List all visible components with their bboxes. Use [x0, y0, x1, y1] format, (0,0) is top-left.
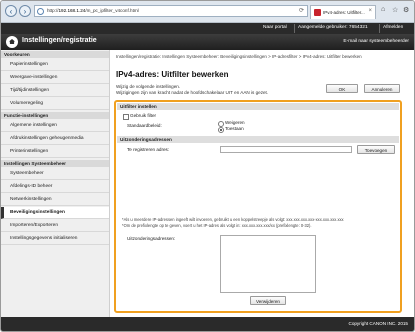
close-tab-icon[interactable]: ×	[368, 8, 372, 14]
sidebar-item-department-id[interactable]: Afdelings-ID beheer	[1, 181, 109, 193]
mail-admin-link[interactable]: E-mail naar systeembeheerder	[343, 39, 409, 44]
logged-in-user: Aangemelde gebruiker: 7654321	[298, 25, 368, 30]
register-address-label: Te registreren adres:	[127, 147, 170, 152]
register-address-input[interactable]	[220, 146, 352, 153]
main-content: Instellingen/registratie: Instellingen S…	[110, 50, 414, 317]
sidebar-item-printer[interactable]: Printerinstellingen	[1, 146, 109, 158]
ok-button[interactable]: OK	[326, 84, 358, 93]
browser-tab[interactable]: IPv4-adres: Uitfilter... ×	[310, 5, 376, 19]
forward-icon[interactable]: ›	[19, 5, 31, 17]
exceptions-list-label: Uitzonderingsadressen:	[127, 236, 176, 241]
refresh-icon[interactable]: ⟳	[299, 7, 304, 14]
range-note: *Als u meerdere IP-adressen ingeeft wilt…	[122, 217, 344, 222]
sidebar-item-memory-media[interactable]: Afdrukinstellingen geheugenmedia	[1, 133, 109, 145]
sidebar-item-security[interactable]: Beveiligingsinstellingen	[1, 207, 109, 219]
copyright: Copyright CANON INC. 2015	[348, 321, 409, 326]
sidebar-section-admin: Instellingen Systeembeheer	[1, 160, 109, 167]
info-text: Wijzig de volgende instellingen. Wijzigi…	[116, 84, 268, 96]
address-bar[interactable]: http://192.168.1.24/m_pc_ipfilter_v4conf…	[34, 5, 308, 17]
sidebar-item-volume[interactable]: Volumeregeling	[1, 98, 109, 110]
browser-toolbar: ‹ › http://192.168.1.24/m_pc_ipfilter_v4…	[1, 1, 414, 23]
home-icon[interactable]: ⌂	[381, 6, 385, 13]
logout-link[interactable]: Afmelden	[383, 25, 403, 30]
portal-home-icon[interactable]	[6, 36, 18, 48]
sidebar-section-functions: Functie-instellingen	[1, 112, 109, 119]
favorites-star-icon[interactable]: ☆	[392, 6, 398, 14]
exceptions-listbox[interactable]	[220, 235, 316, 293]
prefix-note: *Om de prefixlengte op te geven, voert u…	[122, 223, 312, 228]
app-title: Instellingen/registratie	[22, 37, 97, 44]
settings-gear-icon[interactable]: ⚙	[403, 6, 409, 14]
exceptions-section-header: Uitzonderingsadressen	[117, 136, 399, 143]
sidebar-item-time[interactable]: Tijd/tijdinstellingen	[1, 85, 109, 97]
use-filter-checkbox[interactable]	[123, 114, 129, 120]
sidebar: Voorkeuren Papierinstellingen Weergave-i…	[1, 50, 110, 317]
delete-button[interactable]: Verwijderen	[250, 296, 286, 305]
sidebar-item-system-management[interactable]: Systeembeheer	[1, 168, 109, 180]
policy-option-allow: Toestaan	[225, 126, 244, 131]
canon-tab-icon	[314, 9, 321, 16]
filter-section-header: Uitfilter instellen	[117, 103, 399, 110]
filter-settings-panel: Uitfilter instellen Gebruik filter Stand…	[114, 100, 402, 313]
use-filter-label: Gebruik filter	[130, 113, 157, 118]
sidebar-item-display[interactable]: Weergave-instellingen	[1, 72, 109, 84]
globe-icon	[37, 7, 44, 15]
portal-link[interactable]: Naar portal	[263, 25, 287, 30]
cancel-button[interactable]: Annuleren	[364, 84, 400, 93]
url-text: http://192.168.1.24/m_pc_ipfilter_v4conf…	[47, 8, 139, 13]
sidebar-item-initialize[interactable]: Instellingsgegevens initialiseren	[1, 233, 109, 245]
page-title: IPv4-adres: Uitfilter bewerken	[116, 70, 229, 79]
sidebar-item-paper[interactable]: Papierinstellingen	[1, 59, 109, 71]
sidebar-item-network[interactable]: Netwerkinstellingen	[1, 194, 109, 206]
sidebar-section-preferences: Voorkeuren	[1, 51, 109, 58]
breadcrumb: Instellingen/registratie: Instellingen S…	[116, 54, 362, 59]
info-line: Wijzigingen zijn van kracht nadat de hoo…	[116, 90, 269, 95]
sidebar-item-general[interactable]: Algemene instellingen	[1, 120, 109, 132]
policy-option-reject: Weigeren	[225, 120, 245, 125]
sidebar-item-import-export[interactable]: Importeren/Exporteren	[1, 220, 109, 232]
tab-title: IPv4-adres: Uitfilter...	[323, 10, 365, 15]
browser-window: ‹ › http://192.168.1.24/m_pc_ipfilter_v4…	[0, 0, 415, 332]
back-icon[interactable]: ‹	[5, 5, 17, 17]
footer: Copyright CANON INC. 2015	[1, 317, 414, 331]
add-button[interactable]: Toevoegen	[357, 145, 395, 154]
default-policy-label: Standaardbeleid:	[127, 123, 162, 128]
policy-radio-allow[interactable]	[218, 127, 224, 133]
app-header: Naar portal Aangemelde gebruiker: 765432…	[1, 23, 414, 50]
